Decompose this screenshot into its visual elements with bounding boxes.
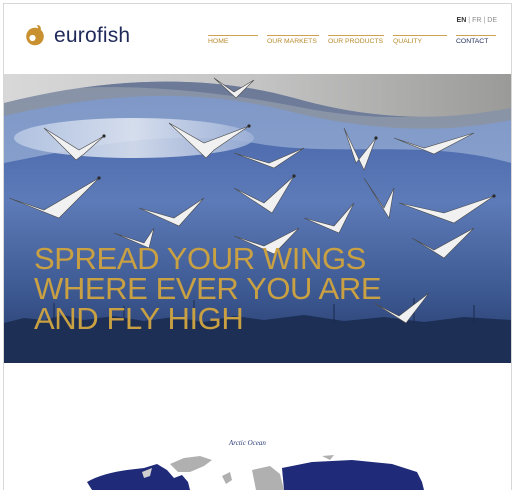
- map-region-iceland[interactable]: [222, 472, 232, 484]
- lang-en[interactable]: EN: [457, 17, 467, 24]
- map-region-greenland[interactable]: [170, 456, 212, 472]
- hero-banner: SPREAD YOUR WINGS WHERE EVER YOU ARE AND…: [4, 68, 511, 363]
- eurofish-logo-icon: [26, 25, 44, 46]
- nav-our-products[interactable]: OUR PRODUCTS: [328, 35, 383, 46]
- map-region-russia[interactable]: [282, 460, 424, 490]
- brand-logo[interactable]: eurofish: [24, 24, 130, 46]
- brand-name: eurofish: [54, 23, 131, 47]
- headline-line-1: SPREAD YOUR WINGS: [34, 241, 366, 276]
- nav-quality[interactable]: QUALITY: [393, 35, 422, 46]
- nav-home[interactable]: HOME: [208, 35, 228, 46]
- language-switcher: EN | FR | DE: [456, 17, 497, 24]
- lang-de[interactable]: DE: [487, 17, 497, 24]
- nav-contact[interactable]: CONTACT: [456, 35, 488, 46]
- main-nav: HOME OUR MARKETS OUR PRODUCTS QUALITY CO…: [208, 35, 496, 49]
- lang-fr[interactable]: FR: [472, 17, 481, 24]
- world-map[interactable]: [72, 450, 432, 490]
- headline-line-3: AND FLY HIGH: [34, 301, 244, 336]
- map-region-scandinavia[interactable]: [252, 466, 284, 490]
- headline-line-2: WHERE EVER YOU ARE: [34, 271, 382, 306]
- map-label-arctic-ocean: Arctic Ocean: [229, 439, 266, 447]
- hero-headline: SPREAD YOUR WINGS WHERE EVER YOU ARE AND…: [34, 241, 464, 336]
- map-island-north: [322, 455, 334, 460]
- nav-our-markets[interactable]: OUR MARKETS: [267, 35, 317, 46]
